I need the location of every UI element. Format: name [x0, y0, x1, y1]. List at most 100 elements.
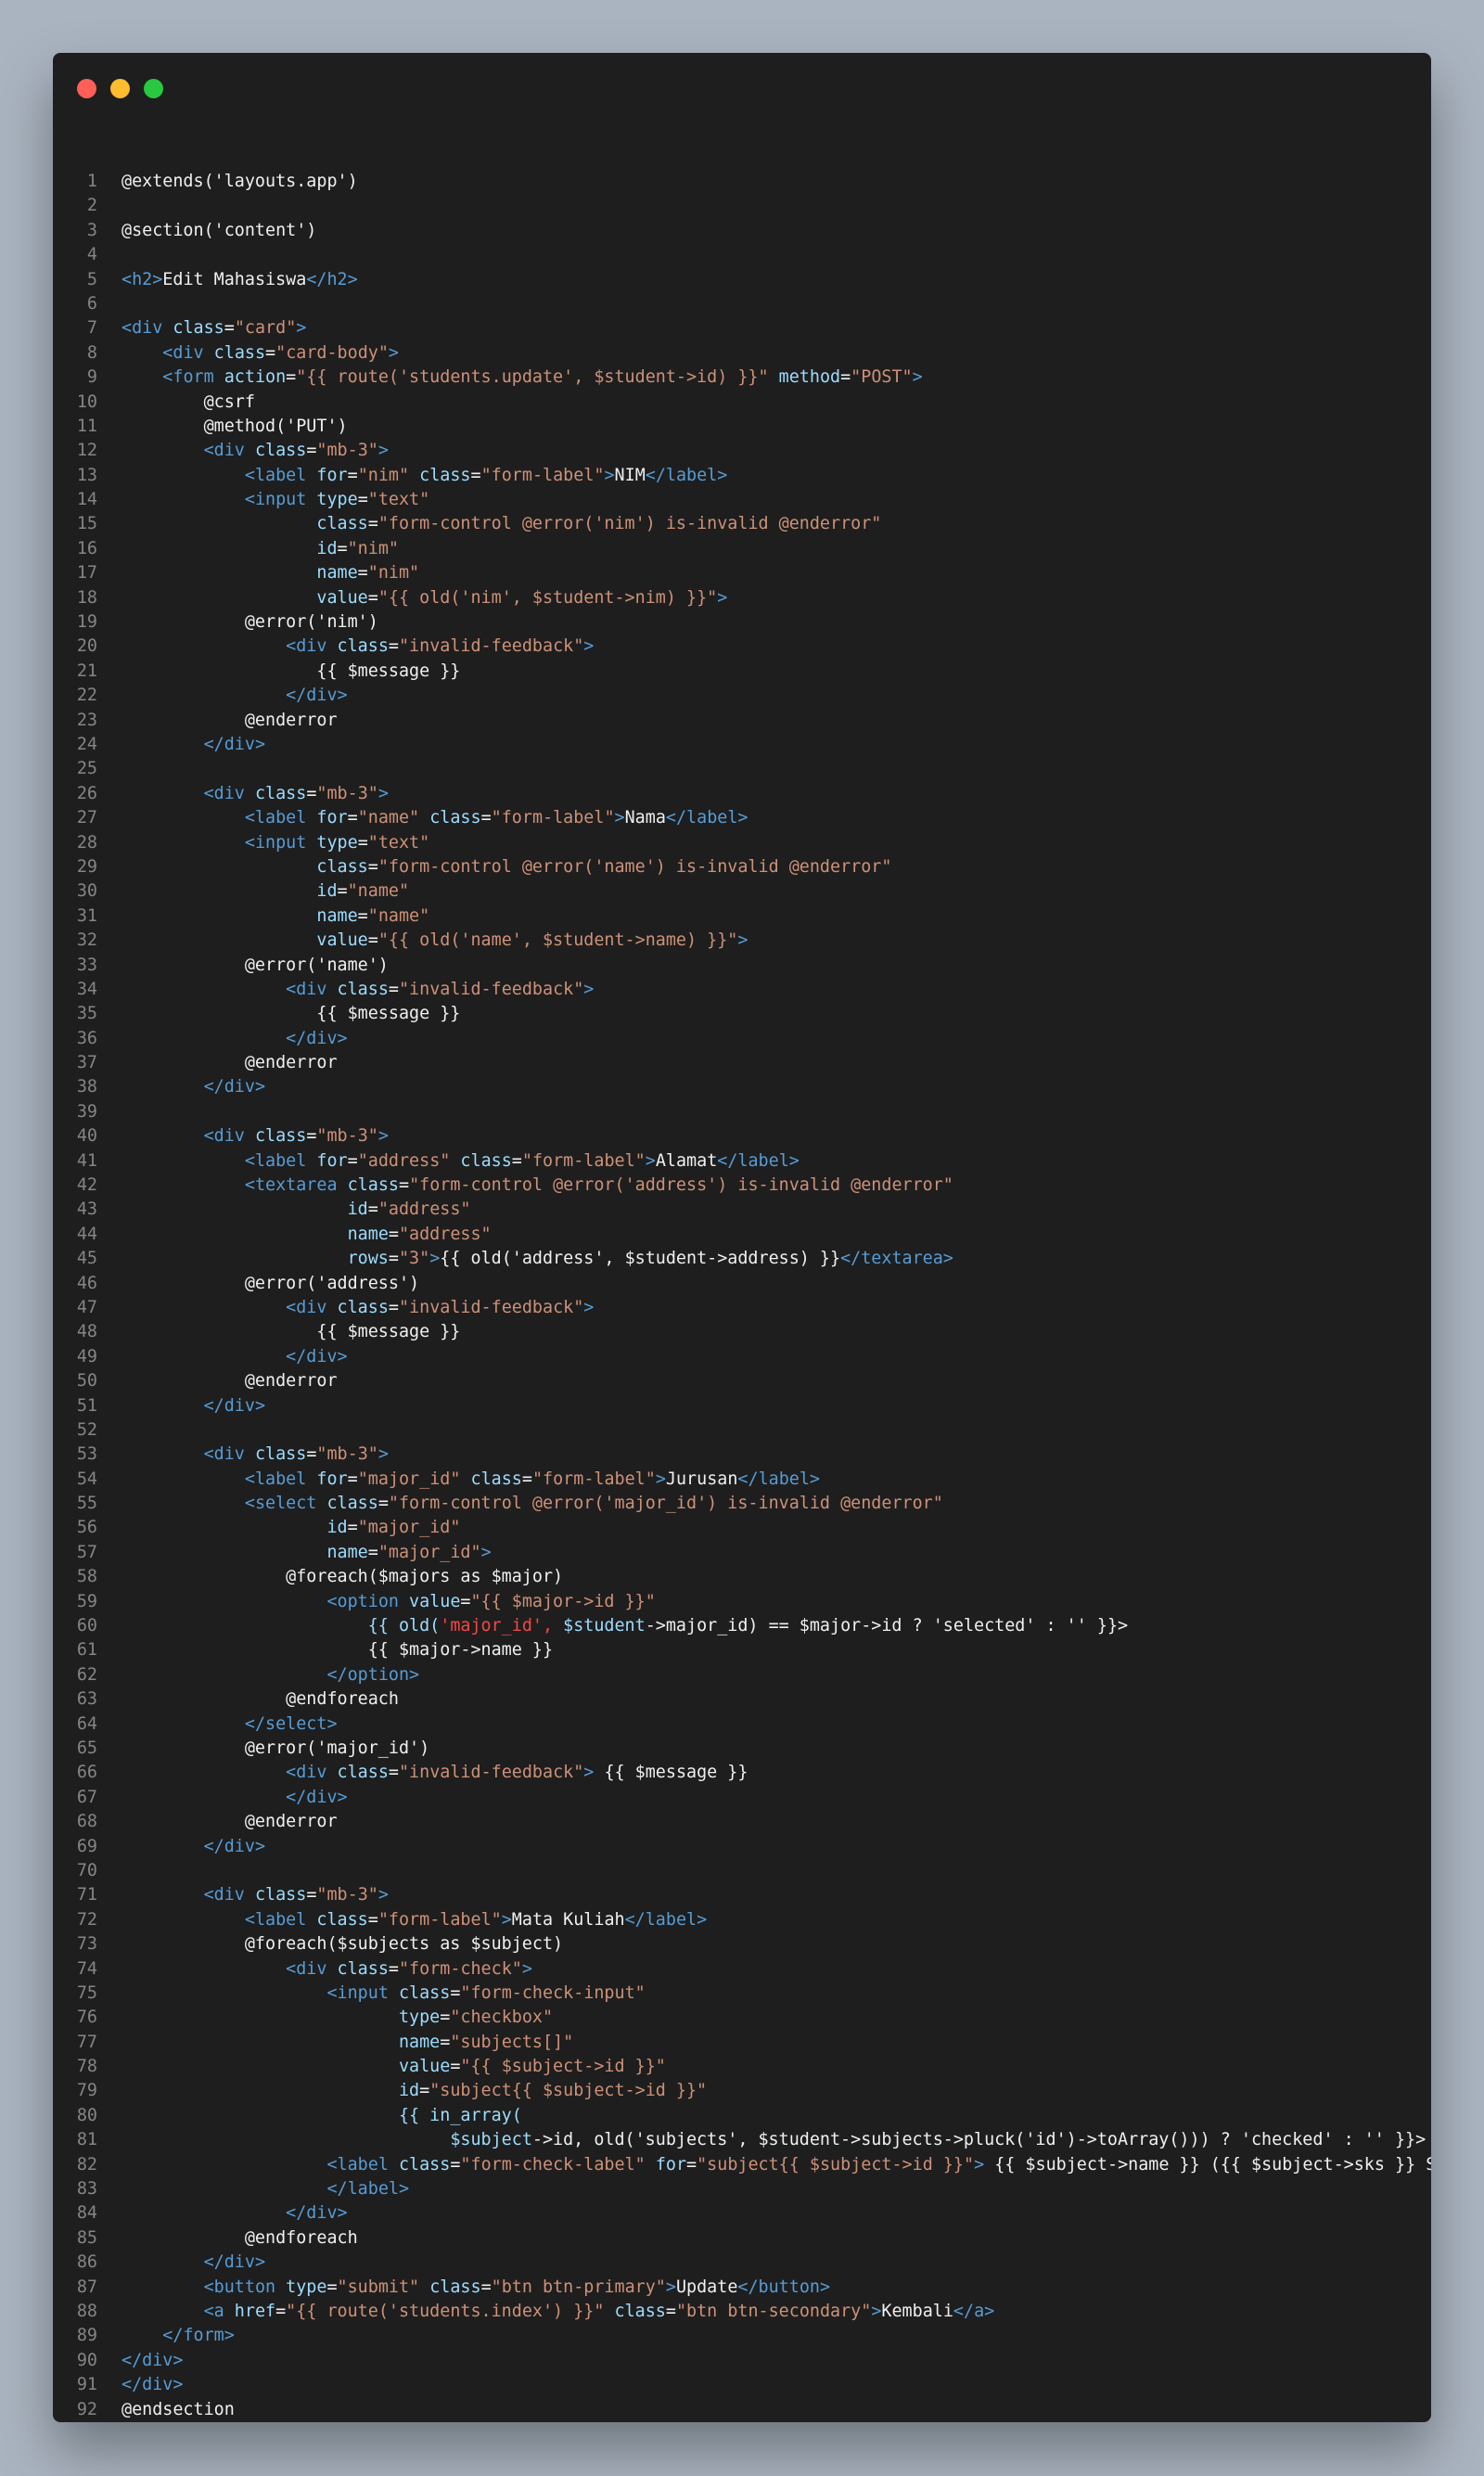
- code-token: =: [388, 1763, 399, 1783]
- window-controls: [77, 79, 163, 98]
- line-number: 29: [76, 856, 97, 877]
- code-token: =: [440, 2008, 451, 2028]
- code-line: 22 </div>: [53, 684, 1431, 708]
- code-token: "3": [398, 1249, 430, 1269]
- line-number: 85: [76, 2227, 97, 2248]
- code-line: 14 <input type="text": [53, 488, 1431, 512]
- code-token: for: [316, 1150, 348, 1171]
- line-number: 26: [76, 783, 97, 803]
- code-line: 16 id="nim": [53, 537, 1431, 561]
- code-token: =: [347, 808, 358, 828]
- code-line: 39: [53, 1100, 1431, 1124]
- code-line: 2: [53, 194, 1431, 218]
- code-token: value: [409, 1591, 461, 1611]
- code-token: =: [450, 2154, 461, 2175]
- code-token: class: [398, 1982, 451, 2003]
- code-line: 31 name="name": [53, 904, 1431, 929]
- code-token: "form-label": [377, 1909, 502, 1930]
- code-line: 72 <label class="form-label">Mata Kuliah…: [53, 1908, 1431, 1932]
- line-number: 25: [76, 759, 97, 779]
- code-token: =: [337, 881, 348, 902]
- line-number: 54: [76, 1469, 97, 1489]
- line-number: 81: [76, 2130, 97, 2150]
- code-token: >: [377, 441, 389, 461]
- code-token: </div>: [203, 2252, 266, 2273]
- code-line: 55 <select class="form-control @error('m…: [53, 1492, 1431, 1516]
- line-number: 20: [76, 636, 97, 657]
- code-token: <form: [162, 367, 224, 388]
- code-line: 84 </div>: [53, 2201, 1431, 2226]
- code-line: 78 value="{{ $subject->id }}": [53, 2055, 1431, 2079]
- code-token: >: [614, 808, 625, 828]
- code-token: =: [306, 1885, 317, 1905]
- line-number: 71: [76, 1885, 97, 1905]
- code-token: =: [367, 856, 378, 877]
- code-token: class: [326, 1494, 378, 1514]
- code-line: 62 </option>: [53, 1663, 1431, 1687]
- code-token: id: [326, 1518, 348, 1538]
- code-token: "invalid-feedback": [398, 979, 584, 999]
- code-token: =: [326, 2277, 338, 2297]
- code-token: =: [388, 979, 399, 999]
- code-token: =: [460, 1591, 471, 1611]
- line-number: 88: [76, 2301, 97, 2321]
- code-token: </label>: [717, 1150, 800, 1171]
- code-token: =: [286, 367, 297, 388]
- code-token: class: [254, 783, 307, 803]
- code-token: =: [306, 1126, 317, 1147]
- code-token: >: [583, 1297, 595, 1317]
- code-line: 8 <div class="card-body">: [53, 341, 1431, 366]
- code-token: type: [316, 490, 358, 510]
- minimize-dot[interactable]: [110, 79, 130, 98]
- close-dot[interactable]: [77, 79, 96, 98]
- code-line: 27 <label for="name" class="form-label">…: [53, 806, 1431, 830]
- line-number: 19: [76, 612, 97, 633]
- code-editor[interactable]: 1 @extends('layouts.app') 2 3 @section('cont…: [53, 170, 1431, 2422]
- code-token: >: [912, 367, 923, 388]
- line-number: 61: [76, 1640, 97, 1661]
- code-token: class: [254, 1885, 307, 1905]
- line-number: 33: [76, 955, 97, 975]
- code-token: "btn btn-secondary": [675, 2301, 872, 2321]
- line-number: 51: [76, 1395, 97, 1416]
- line-number: 5: [86, 269, 97, 289]
- code-line: 80 {{ in_array(: [53, 2104, 1431, 2128]
- code-token: rows: [347, 1249, 389, 1269]
- code-token: >: [377, 1885, 389, 1905]
- code-token: "card-body": [275, 342, 389, 363]
- code-line: 61 {{ $major->name }}: [53, 1638, 1431, 1662]
- code-token: =: [357, 832, 368, 853]
- code-token: =: [367, 514, 378, 534]
- code-token: =: [347, 1469, 358, 1489]
- code-line: 76 type="checkbox": [53, 2006, 1431, 2030]
- line-number: 39: [76, 1101, 97, 1122]
- code-token: =: [470, 465, 481, 485]
- code-token: >: [665, 2277, 676, 2297]
- code-token: =: [388, 636, 399, 657]
- code-token: "mb-3": [316, 1885, 378, 1905]
- code-token: name: [316, 563, 358, 584]
- line-number: 12: [76, 441, 97, 461]
- line-number: 11: [76, 416, 97, 436]
- code-token: =: [398, 1175, 410, 1196]
- code-token: <label: [244, 1469, 317, 1489]
- code-token: "checkbox": [450, 2008, 554, 2028]
- maximize-dot[interactable]: [144, 79, 163, 98]
- code-token: </button>: [737, 2277, 831, 2297]
- code-line: 11 @method('PUT'): [53, 415, 1431, 439]
- code-token: =: [306, 783, 317, 803]
- line-number: 2: [86, 196, 97, 216]
